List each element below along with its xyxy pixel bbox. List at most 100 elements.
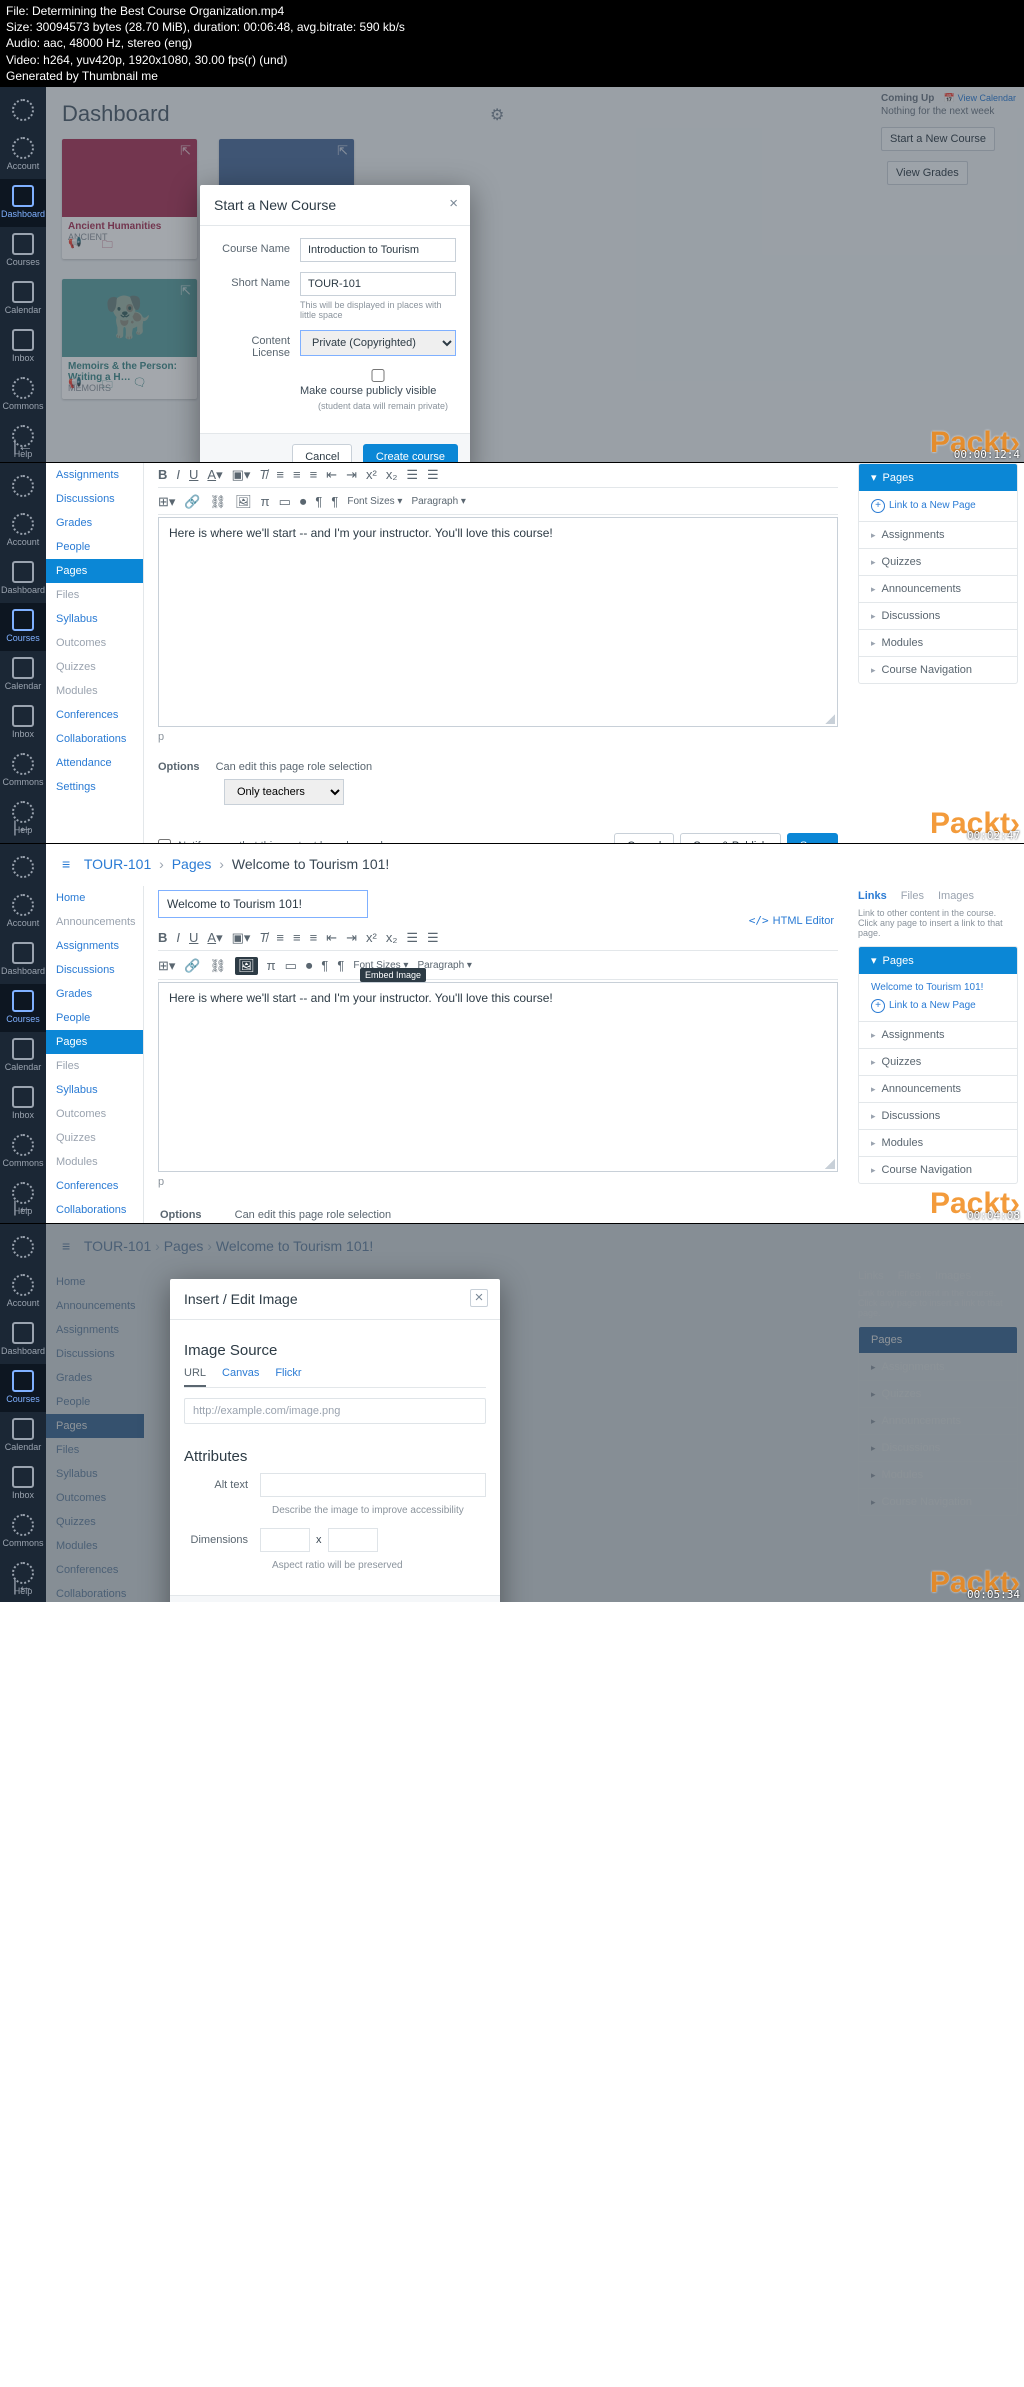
- bold-icon[interactable]: B: [158, 467, 167, 482]
- clear-icon[interactable]: T̸: [259, 467, 267, 482]
- navrail-logo[interactable]: [0, 93, 46, 131]
- navrail-account[interactable]: Account: [0, 1268, 46, 1316]
- source-tab-flickr[interactable]: Flickr: [275, 1367, 301, 1387]
- width-input[interactable]: [260, 1528, 310, 1552]
- navrail-collapse[interactable]: |←: [0, 819, 46, 837]
- link-icon[interactable]: 🔗: [184, 958, 200, 974]
- align-center-icon[interactable]: ≡: [293, 930, 301, 945]
- coursenav-conferences[interactable]: Conferences: [46, 1174, 143, 1198]
- coursenav-assignments[interactable]: Assignments: [46, 934, 143, 958]
- table-icon[interactable]: ⊞▾: [158, 494, 175, 510]
- rhs-row-course-navigation[interactable]: Course Navigation: [859, 1156, 1017, 1183]
- clear-icon[interactable]: T̸: [259, 930, 267, 945]
- underline-icon[interactable]: U: [189, 467, 198, 482]
- navrail-account[interactable]: Account: [0, 888, 46, 936]
- link-new-page[interactable]: Link to a New Page: [889, 1000, 976, 1011]
- coursenav-modules[interactable]: Modules: [46, 679, 143, 703]
- coursenav-syllabus[interactable]: Syllabus: [46, 1078, 143, 1102]
- coursenav-grades[interactable]: Grades: [46, 511, 143, 535]
- outdent-icon[interactable]: ⇤: [326, 467, 337, 483]
- navrail-calendar[interactable]: Calendar: [0, 1412, 46, 1460]
- page-title-input[interactable]: [158, 890, 368, 918]
- save-button[interactable]: Save: [787, 833, 838, 843]
- coursenav-syllabus[interactable]: Syllabus: [46, 607, 143, 631]
- coursenav-collaborations[interactable]: Collaborations: [46, 1198, 143, 1222]
- coursenav-attendance[interactable]: Attendance: [46, 751, 143, 775]
- source-tab-url[interactable]: URL: [184, 1367, 206, 1387]
- unlink-icon[interactable]: ⛓: [210, 958, 227, 974]
- textcolor-icon[interactable]: A▾: [207, 467, 222, 483]
- navrail-dashboard[interactable]: Dashboard: [0, 555, 46, 603]
- bullets-icon[interactable]: ☰: [406, 930, 418, 946]
- rhs-row-modules[interactable]: Modules: [859, 1129, 1017, 1156]
- navrail-inbox[interactable]: Inbox: [0, 1460, 46, 1508]
- coursenav-people[interactable]: People: [46, 1006, 143, 1030]
- numbers-icon[interactable]: ☰: [427, 467, 439, 483]
- coursenav-conferences[interactable]: Conferences: [46, 703, 143, 727]
- navrail-account[interactable]: Account: [0, 507, 46, 555]
- navrail-commons[interactable]: Commons: [0, 747, 46, 795]
- coursenav-grades[interactable]: Grades: [46, 982, 143, 1006]
- save-publish-button[interactable]: Save & Publish: [680, 833, 781, 843]
- equation-icon[interactable]: π: [267, 958, 276, 973]
- coursenav-modules[interactable]: Modules: [46, 1150, 143, 1174]
- equation-icon[interactable]: π: [261, 494, 270, 509]
- super-icon[interactable]: x²: [366, 467, 377, 482]
- italic-icon[interactable]: I: [176, 467, 180, 482]
- coursenav-assignments[interactable]: Assignments: [46, 463, 143, 487]
- navrail-dashboard[interactable]: Dashboard: [0, 179, 46, 227]
- coursenav-quizzes[interactable]: Quizzes: [46, 1126, 143, 1150]
- rhs-pages-header[interactable]: Pages: [883, 955, 914, 967]
- navrail-logo[interactable]: [0, 469, 46, 507]
- navrail-courses[interactable]: Courses: [0, 227, 46, 275]
- rhs-row-quizzes[interactable]: Quizzes: [859, 1048, 1017, 1075]
- coursenav-quizzes[interactable]: Quizzes: [46, 655, 143, 679]
- rhs-row-modules[interactable]: Modules: [859, 629, 1017, 656]
- rhs-row-assignments[interactable]: Assignments: [859, 1021, 1017, 1048]
- navrail-account[interactable]: Account: [0, 131, 46, 179]
- align-left-icon[interactable]: ≡: [276, 467, 284, 482]
- navrail-collapse[interactable]: |←: [0, 1199, 46, 1217]
- alt-text-input[interactable]: [260, 1473, 486, 1497]
- navrail-commons[interactable]: Commons: [0, 371, 46, 419]
- rhs-row-course-navigation[interactable]: Course Navigation: [859, 656, 1017, 683]
- short-name-input[interactable]: [300, 272, 456, 296]
- close-icon[interactable]: ×: [470, 1289, 488, 1307]
- license-select[interactable]: Private (Copyrighted): [300, 330, 456, 356]
- navrail-dashboard[interactable]: Dashboard: [0, 1316, 46, 1364]
- navrail-logo[interactable]: [0, 1230, 46, 1268]
- navrail-commons[interactable]: Commons: [0, 1508, 46, 1556]
- crumb-pages[interactable]: Pages: [172, 856, 212, 872]
- coursenav-outcomes[interactable]: Outcomes: [46, 1102, 143, 1126]
- create-course-button[interactable]: Create course: [363, 444, 458, 462]
- coursenav-discussions[interactable]: Discussions: [46, 487, 143, 511]
- sub-icon[interactable]: x₂: [386, 467, 398, 482]
- coursenav-home[interactable]: Home: [46, 886, 143, 910]
- font-size-select[interactable]: Font Sizes ▾: [347, 496, 402, 507]
- coursenav-files[interactable]: Files: [46, 583, 143, 607]
- rhs-row-quizzes[interactable]: Quizzes: [859, 548, 1017, 575]
- align-right-icon[interactable]: ≡: [310, 467, 318, 482]
- indent-icon[interactable]: ⇥: [346, 930, 357, 946]
- rhs-row-discussions[interactable]: Discussions: [859, 602, 1017, 629]
- record-icon[interactable]: ⏺: [306, 958, 313, 974]
- navrail-courses[interactable]: Courses: [0, 1364, 46, 1412]
- coursenav-files[interactable]: Files: [46, 1054, 143, 1078]
- italic-icon[interactable]: I: [176, 930, 180, 945]
- underline-icon[interactable]: U: [189, 930, 198, 945]
- record-icon[interactable]: ⏺: [300, 494, 307, 510]
- image-url-input[interactable]: http://example.com/image.png: [184, 1398, 486, 1424]
- rce-body[interactable]: Here is where we'll start -- and I'm you…: [158, 982, 838, 1172]
- rhs-pages-header[interactable]: Pages: [883, 472, 914, 484]
- cancel-button[interactable]: Cancel: [614, 833, 674, 843]
- navrail-inbox[interactable]: Inbox: [0, 699, 46, 747]
- bgcolor-icon[interactable]: ▣▾: [232, 467, 251, 483]
- bold-icon[interactable]: B: [158, 930, 167, 945]
- align-left-icon[interactable]: ≡: [276, 930, 284, 945]
- outdent-icon[interactable]: ⇤: [326, 930, 337, 946]
- rhs-tab-links[interactable]: Links: [858, 890, 887, 902]
- align-center-icon[interactable]: ≡: [293, 467, 301, 482]
- height-input[interactable]: [328, 1528, 378, 1552]
- unlink-icon[interactable]: ⛓: [210, 494, 227, 510]
- rhs-row-announcements[interactable]: Announcements: [859, 1075, 1017, 1102]
